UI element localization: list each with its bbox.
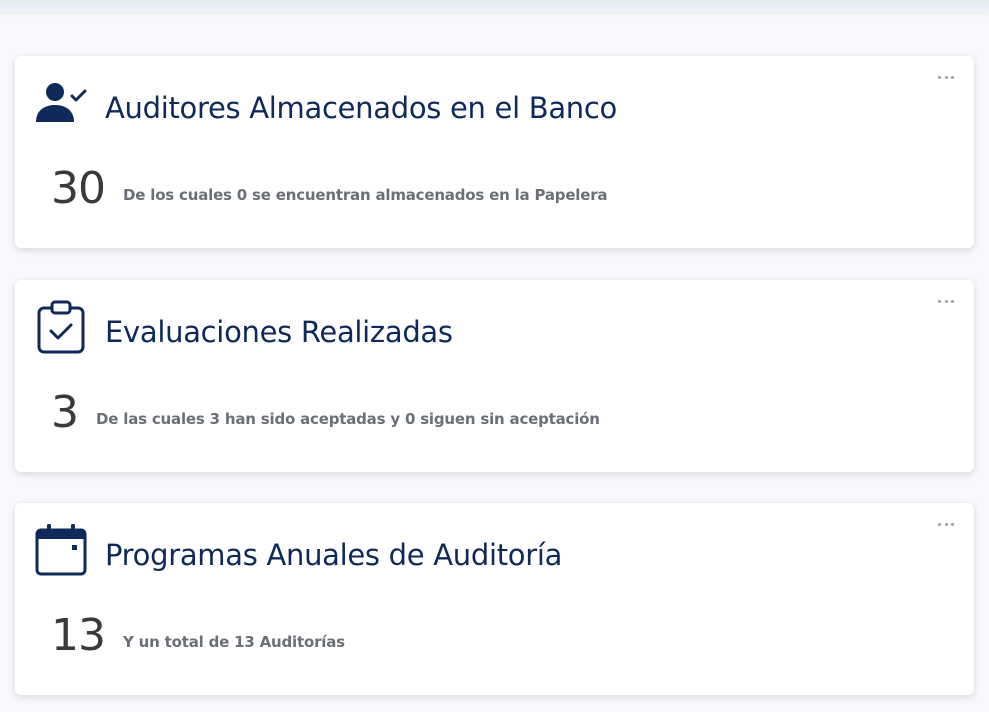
card-stat-row: 3 De las cuales 3 han sido aceptadas y 0… [51, 387, 600, 439]
dot-icon [944, 522, 948, 526]
card-description: De los cuales 0 se encuentran almacenado… [123, 186, 608, 204]
stat-card-evaluations: Evaluaciones Realizadas 3 De las cuales … [15, 280, 974, 472]
card-description: Y un total de 13 Auditorías [123, 633, 345, 651]
card-description: De las cuales 3 han sido aceptadas y 0 s… [96, 410, 600, 428]
stat-card-auditors: Auditores Almacenados en el Banco 30 De … [15, 56, 974, 248]
top-header-bar [0, 0, 989, 12]
card-count: 3 [51, 387, 79, 438]
dot-icon [944, 75, 948, 79]
more-options-button[interactable] [938, 519, 954, 529]
dot-icon [938, 299, 941, 303]
dot-icon [951, 75, 954, 79]
card-count: 30 [51, 163, 106, 214]
stat-card-annual-programs: Programas Anuales de Auditoría 13 Y un t… [15, 503, 974, 695]
card-stat-row: 13 Y un total de 13 Auditorías [51, 610, 345, 662]
dot-icon [944, 299, 948, 303]
card-count: 13 [51, 610, 106, 661]
card-stat-row: 30 De los cuales 0 se encuentran almacen… [51, 163, 608, 215]
card-title: Programas Anuales de Auditoría [105, 538, 563, 572]
more-options-button[interactable] [938, 72, 954, 82]
user-check-icon [34, 76, 90, 132]
clipboard-check-icon [34, 300, 90, 356]
card-title: Evaluaciones Realizadas [105, 315, 453, 349]
dot-icon [951, 299, 954, 303]
more-options-button[interactable] [938, 296, 954, 306]
dot-icon [938, 75, 941, 79]
calendar-icon [34, 523, 90, 579]
dot-icon [938, 522, 941, 526]
card-title: Auditores Almacenados en el Banco [105, 91, 617, 125]
dot-icon [951, 522, 954, 526]
